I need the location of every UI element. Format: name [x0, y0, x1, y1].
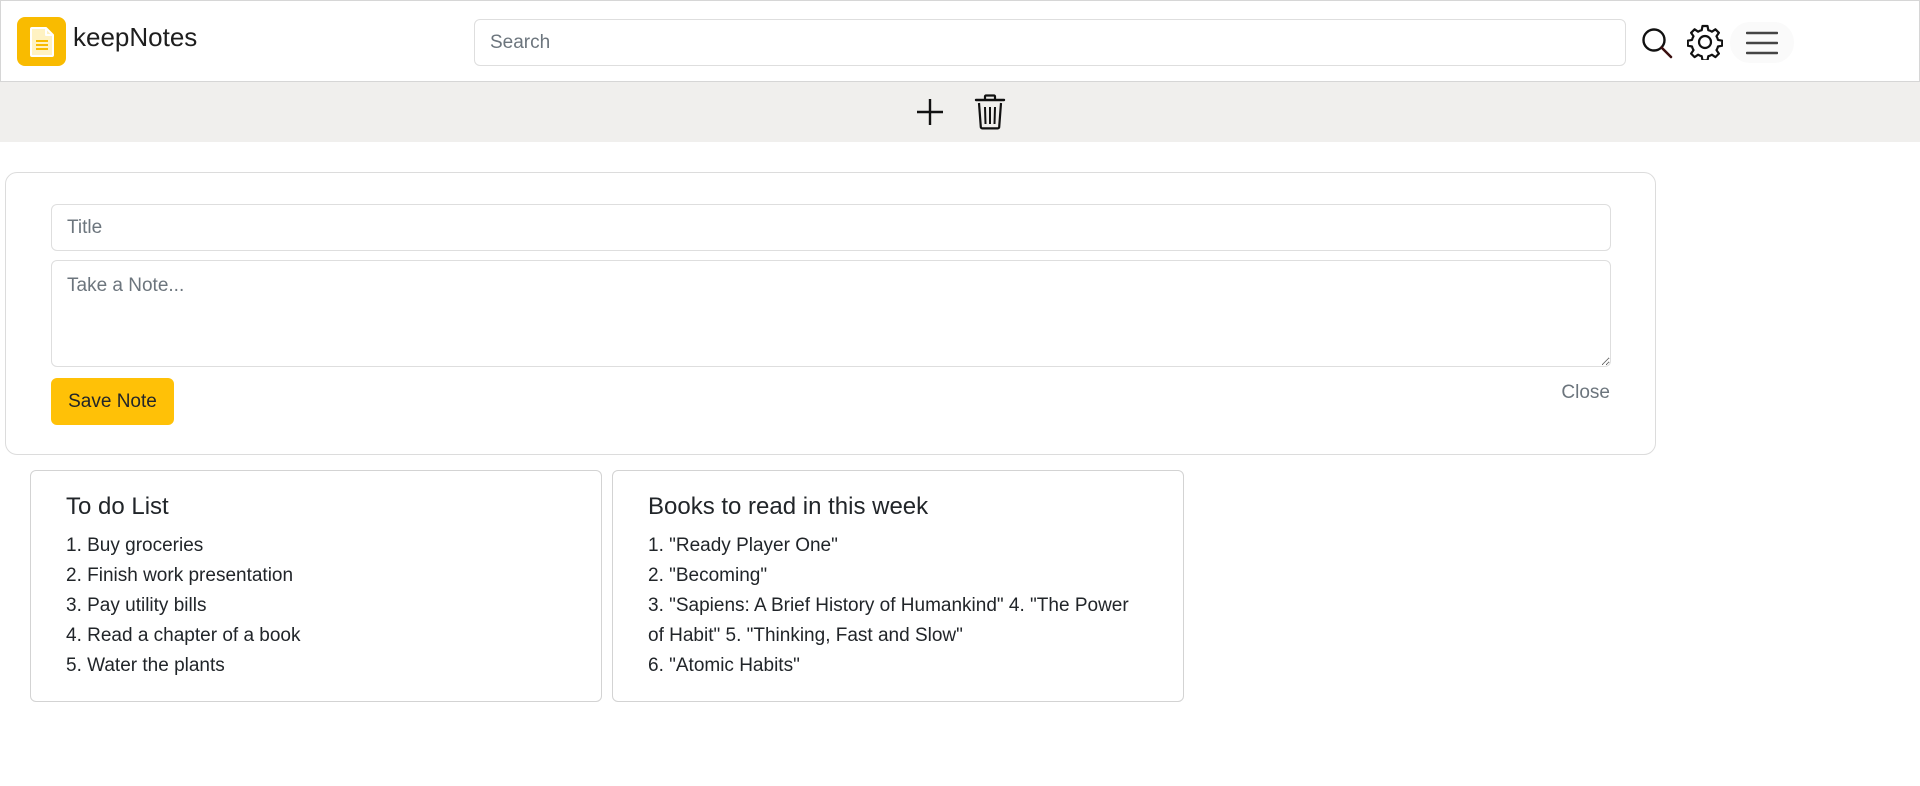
add-note-button[interactable] — [910, 92, 950, 132]
note-icon — [17, 17, 66, 66]
close-editor-link[interactable]: Close — [1561, 382, 1610, 404]
trash-icon — [974, 94, 1006, 130]
note-line: 4. Read a chapter of a book — [66, 625, 301, 646]
note-line: 5. Water the plants — [66, 655, 225, 676]
note-editor: Save Note Close — [5, 172, 1656, 455]
title-input[interactable] — [51, 204, 1611, 251]
settings-button[interactable] — [1686, 23, 1724, 61]
search-icon — [1642, 28, 1673, 59]
note-card[interactable]: Books to read in this week 1. "Ready Pla… — [612, 470, 1184, 702]
plus-icon — [917, 99, 943, 125]
note-line: 6. "Atomic Habits" — [648, 655, 800, 676]
delete-button[interactable] — [970, 91, 1010, 133]
note-line: 3. Pay utility bills — [66, 595, 207, 616]
note-textarea[interactable] — [51, 260, 1611, 367]
app-title: keepNotes — [73, 22, 198, 52]
menu-button[interactable] — [1730, 22, 1794, 63]
note-line: 3. "Sapiens: A Brief History of Humankin… — [648, 595, 1129, 646]
brand[interactable]: keepNotes — [17, 17, 197, 66]
note-card[interactable]: To do List 1. Buy groceries 2. Finish wo… — [30, 470, 602, 702]
top-navbar: keepNotes — [0, 0, 1920, 82]
note-title: Books to read in this week — [648, 493, 929, 520]
hamburger-menu-icon — [1746, 31, 1778, 54]
note-title: To do List — [66, 493, 169, 520]
note-line: 2. Finish work presentation — [66, 565, 294, 586]
note-line: 1. "Ready Player One" — [648, 535, 838, 556]
note-line: 2. "Becoming" — [648, 565, 768, 586]
save-note-button[interactable]: Save Note — [51, 378, 174, 425]
action-toolbar — [0, 82, 1920, 142]
search-input[interactable] — [474, 19, 1626, 66]
note-line: 1. Buy groceries — [66, 535, 204, 556]
gear-icon — [1687, 24, 1723, 60]
search-button[interactable] — [1639, 25, 1675, 61]
